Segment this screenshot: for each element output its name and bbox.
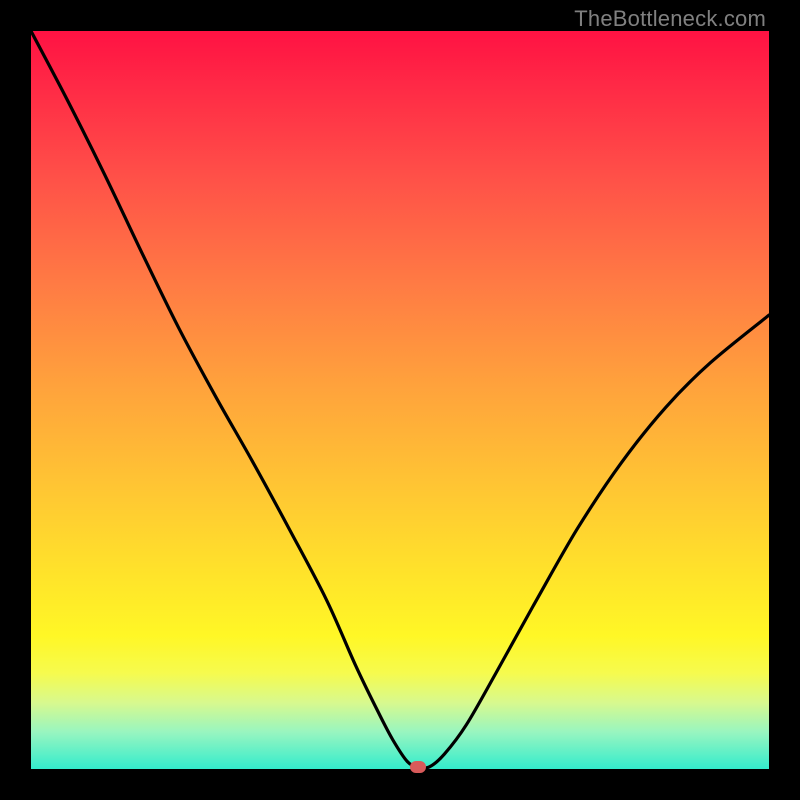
chart-frame: TheBottleneck.com bbox=[0, 0, 800, 800]
watermark-text: TheBottleneck.com bbox=[574, 6, 766, 32]
optimal-point-marker bbox=[410, 761, 426, 773]
plot-area bbox=[31, 31, 769, 769]
bottleneck-curve bbox=[31, 31, 769, 769]
